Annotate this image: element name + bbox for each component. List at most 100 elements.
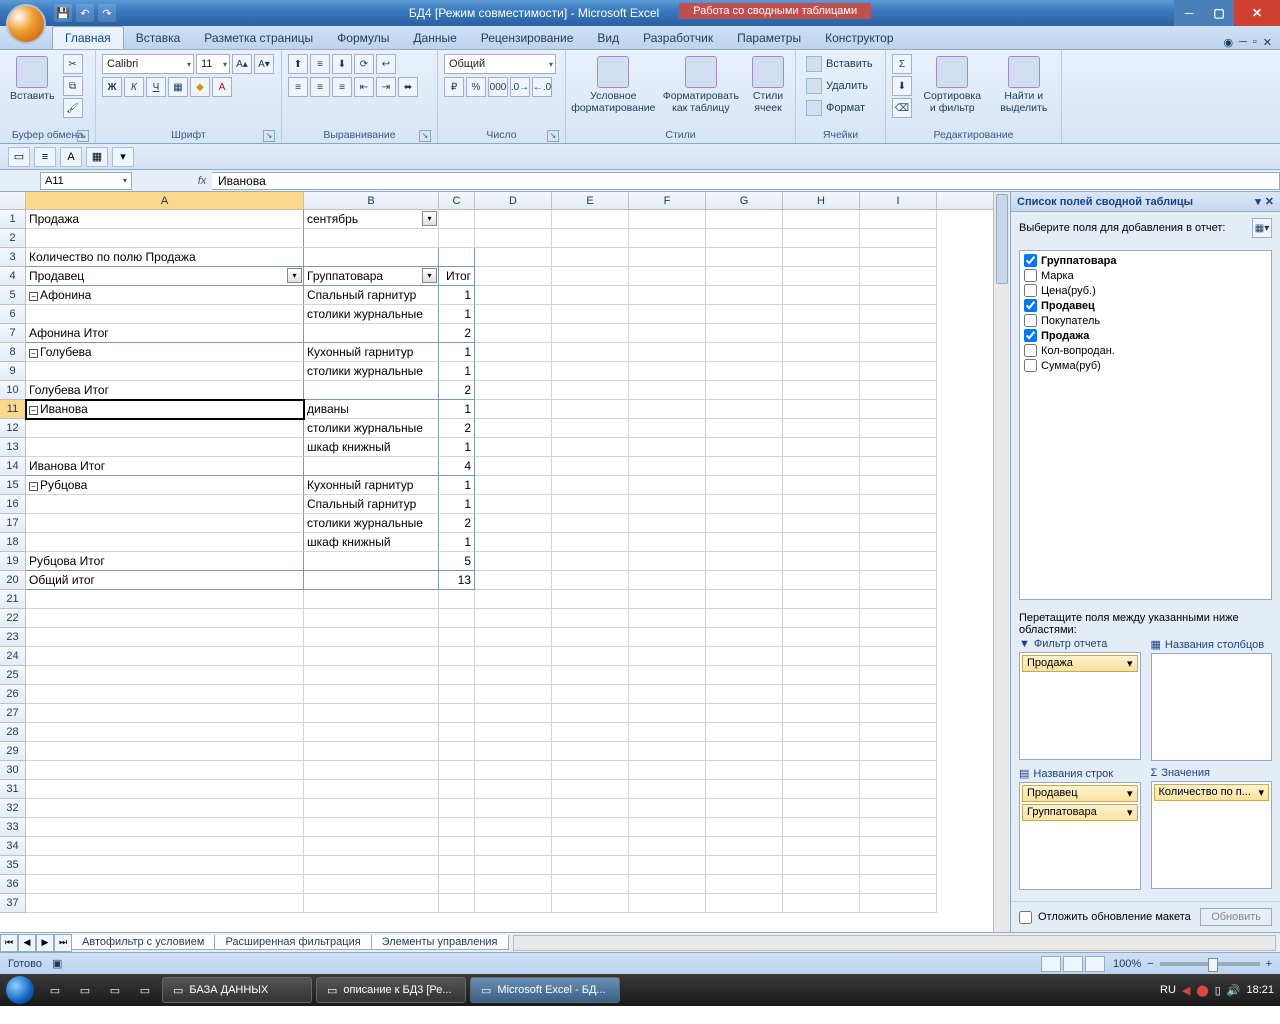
qat-item[interactable]: ▦: [86, 147, 108, 167]
row-header[interactable]: 12: [0, 419, 26, 438]
cell[interactable]: [552, 324, 629, 343]
cell[interactable]: Продажа: [26, 210, 304, 229]
cell[interactable]: [439, 609, 475, 628]
cell[interactable]: Общий итог: [26, 571, 304, 590]
cell[interactable]: [26, 856, 304, 875]
cell[interactable]: [552, 286, 629, 305]
cell[interactable]: [552, 305, 629, 324]
cell[interactable]: [304, 666, 439, 685]
field-checkbox[interactable]: [1024, 329, 1037, 342]
currency-icon[interactable]: ₽: [444, 77, 464, 97]
office-button[interactable]: [6, 4, 46, 44]
field-item[interactable]: Группатовара: [1022, 253, 1269, 268]
cell[interactable]: [860, 647, 937, 666]
cell[interactable]: [783, 381, 860, 400]
cell[interactable]: −Иванова: [26, 400, 304, 419]
cell[interactable]: [629, 248, 706, 267]
cell[interactable]: [629, 875, 706, 894]
cell[interactable]: [860, 875, 937, 894]
cell[interactable]: [629, 457, 706, 476]
cell[interactable]: [860, 495, 937, 514]
cell[interactable]: [860, 343, 937, 362]
cell[interactable]: [783, 533, 860, 552]
cell[interactable]: [552, 248, 629, 267]
cell[interactable]: [783, 495, 860, 514]
cell[interactable]: [629, 305, 706, 324]
cell[interactable]: [706, 324, 783, 343]
cell[interactable]: [860, 210, 937, 229]
cell[interactable]: [860, 229, 937, 248]
cell[interactable]: [439, 248, 475, 267]
cell[interactable]: [475, 609, 552, 628]
row-header[interactable]: 28: [0, 723, 26, 742]
cell[interactable]: [860, 267, 937, 286]
insert-cells-button[interactable]: Вставить: [802, 54, 877, 74]
orientation-icon[interactable]: ⟳: [354, 54, 374, 74]
cell[interactable]: [629, 590, 706, 609]
qat-undo-icon[interactable]: ↶: [76, 4, 94, 22]
cell[interactable]: 1: [439, 286, 475, 305]
cell[interactable]: [475, 210, 552, 229]
cell[interactable]: [860, 723, 937, 742]
cell[interactable]: [706, 495, 783, 514]
cell[interactable]: [706, 229, 783, 248]
column-header[interactable]: G: [706, 192, 783, 209]
cell[interactable]: 5: [439, 552, 475, 571]
cell[interactable]: [860, 704, 937, 723]
cell[interactable]: [439, 894, 475, 913]
cell[interactable]: 1: [439, 476, 475, 495]
cell[interactable]: [629, 685, 706, 704]
cell[interactable]: [783, 761, 860, 780]
cell[interactable]: [783, 457, 860, 476]
cell[interactable]: [475, 628, 552, 647]
cell[interactable]: [860, 457, 937, 476]
cell[interactable]: [439, 685, 475, 704]
cell[interactable]: [706, 400, 783, 419]
cell[interactable]: [26, 229, 304, 248]
cell[interactable]: [475, 533, 552, 552]
find-select-button[interactable]: Найти и выделить: [993, 54, 1055, 116]
cell[interactable]: −Голубева: [26, 343, 304, 362]
cell[interactable]: [26, 723, 304, 742]
cell[interactable]: [475, 685, 552, 704]
cell[interactable]: −Афонина: [26, 286, 304, 305]
update-button[interactable]: Обновить: [1200, 908, 1272, 926]
close-button[interactable]: ✕: [1234, 0, 1280, 26]
minimize-button[interactable]: ─: [1174, 0, 1204, 26]
cell[interactable]: [860, 381, 937, 400]
cell[interactable]: [706, 856, 783, 875]
cell[interactable]: [304, 894, 439, 913]
row-header[interactable]: 33: [0, 818, 26, 837]
doc-close-icon[interactable]: ✕: [1263, 36, 1272, 49]
cell[interactable]: [783, 647, 860, 666]
cell[interactable]: [475, 837, 552, 856]
cell[interactable]: [783, 704, 860, 723]
area-filter-box[interactable]: Продажа▾: [1019, 652, 1141, 760]
macro-record-icon[interactable]: ▣: [52, 957, 62, 970]
cell[interactable]: [26, 761, 304, 780]
row-header[interactable]: 2: [0, 229, 26, 248]
zoom-out-icon[interactable]: −: [1147, 958, 1153, 970]
cell[interactable]: [860, 362, 937, 381]
cell[interactable]: Итог: [439, 267, 475, 286]
cell[interactable]: [783, 837, 860, 856]
field-item[interactable]: Покупатель: [1022, 313, 1269, 328]
cell[interactable]: [304, 799, 439, 818]
row-header[interactable]: 35: [0, 856, 26, 875]
cell[interactable]: [552, 533, 629, 552]
cell[interactable]: [860, 742, 937, 761]
cell[interactable]: [26, 704, 304, 723]
cell[interactable]: [629, 647, 706, 666]
cell[interactable]: [706, 666, 783, 685]
ribbon-tab[interactable]: Конструктор: [813, 27, 905, 49]
cell[interactable]: 1: [439, 305, 475, 324]
cell[interactable]: [552, 400, 629, 419]
cell[interactable]: [552, 780, 629, 799]
cell[interactable]: [860, 685, 937, 704]
cell[interactable]: [783, 609, 860, 628]
area-pill[interactable]: Продажа▾: [1022, 655, 1138, 672]
cell[interactable]: [26, 514, 304, 533]
cell[interactable]: [629, 495, 706, 514]
cell[interactable]: [475, 666, 552, 685]
row-header[interactable]: 8: [0, 343, 26, 362]
